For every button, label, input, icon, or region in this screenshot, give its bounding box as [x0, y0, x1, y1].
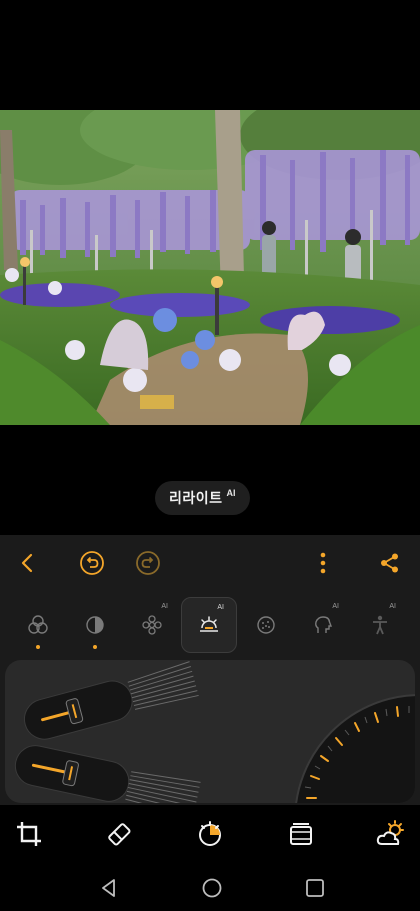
- ai-tag: AI: [226, 488, 236, 498]
- crop-button[interactable]: [12, 817, 46, 851]
- system-back-button[interactable]: [96, 875, 122, 901]
- direction-dial: [295, 694, 415, 803]
- person-icon: [373, 615, 387, 635]
- chevron-left-icon: [21, 553, 33, 573]
- system-navigation-bar: [0, 863, 420, 911]
- undo-icon: [80, 551, 104, 575]
- tool-texture[interactable]: [238, 597, 294, 653]
- tool-ai-tag: AI: [161, 603, 168, 610]
- photo-image: [0, 110, 420, 425]
- tone-circle-icon: [86, 616, 104, 634]
- tool-ai-tag: AI: [217, 604, 224, 611]
- relight-sun-icon: [200, 616, 218, 632]
- relight-control-graphic: [14, 661, 415, 803]
- filter-button[interactable]: [284, 817, 318, 851]
- feature-name-badge: 리라이트 AI: [155, 481, 250, 515]
- weather-button[interactable]: [374, 817, 408, 851]
- adjust-dial-icon: [199, 821, 221, 846]
- eraser-button[interactable]: [102, 817, 136, 851]
- tool-face[interactable]: AI: [295, 597, 351, 653]
- tool-body[interactable]: AI: [352, 597, 408, 653]
- triangle-back-icon: [102, 879, 115, 897]
- editor-toolbar: [0, 535, 420, 591]
- flower-icon: [142, 615, 162, 635]
- top-letterbox: [0, 0, 420, 110]
- relight-controls: [5, 660, 415, 803]
- crop-icon: [17, 822, 41, 846]
- intensity-slider: [14, 745, 201, 803]
- tool-ai-tag: AI: [389, 603, 396, 610]
- circle-home-icon: [202, 878, 222, 898]
- tool-flower[interactable]: AI: [124, 597, 180, 653]
- system-home-button[interactable]: [199, 875, 225, 901]
- square-recents-icon: [306, 879, 324, 897]
- more-options-button[interactable]: [309, 549, 337, 577]
- tool-relight[interactable]: AI: [181, 597, 237, 653]
- preview-letterbox: [0, 425, 420, 535]
- bottom-navigation: [0, 805, 420, 863]
- system-recents-button[interactable]: [302, 875, 328, 901]
- feature-name: 리라이트: [169, 490, 223, 506]
- redo-icon: [136, 551, 160, 575]
- back-button[interactable]: [14, 549, 42, 577]
- editor-panel: AI AI AI AI: [0, 535, 420, 805]
- undo-button[interactable]: [78, 549, 106, 577]
- eraser-icon: [108, 823, 131, 846]
- weather-icon: [376, 820, 404, 845]
- tool-tone[interactable]: [67, 597, 123, 653]
- photo-preview[interactable]: [0, 110, 420, 425]
- redo-button[interactable]: [134, 549, 162, 577]
- dotted-circle-icon: [257, 616, 275, 634]
- color-circles-icon: [28, 615, 48, 634]
- film-icon: [290, 823, 312, 845]
- tool-ai-tag: AI: [332, 603, 339, 610]
- tool-color[interactable]: [10, 597, 66, 653]
- tool-selector: AI AI AI AI: [0, 591, 420, 653]
- more-vertical-icon: [320, 552, 326, 574]
- share-button[interactable]: [376, 549, 404, 577]
- tool-modified-dot: [93, 645, 97, 649]
- tool-modified-dot: [36, 645, 40, 649]
- share-icon: [381, 553, 398, 573]
- adjust-button[interactable]: [193, 817, 227, 851]
- face-icon: [315, 616, 333, 633]
